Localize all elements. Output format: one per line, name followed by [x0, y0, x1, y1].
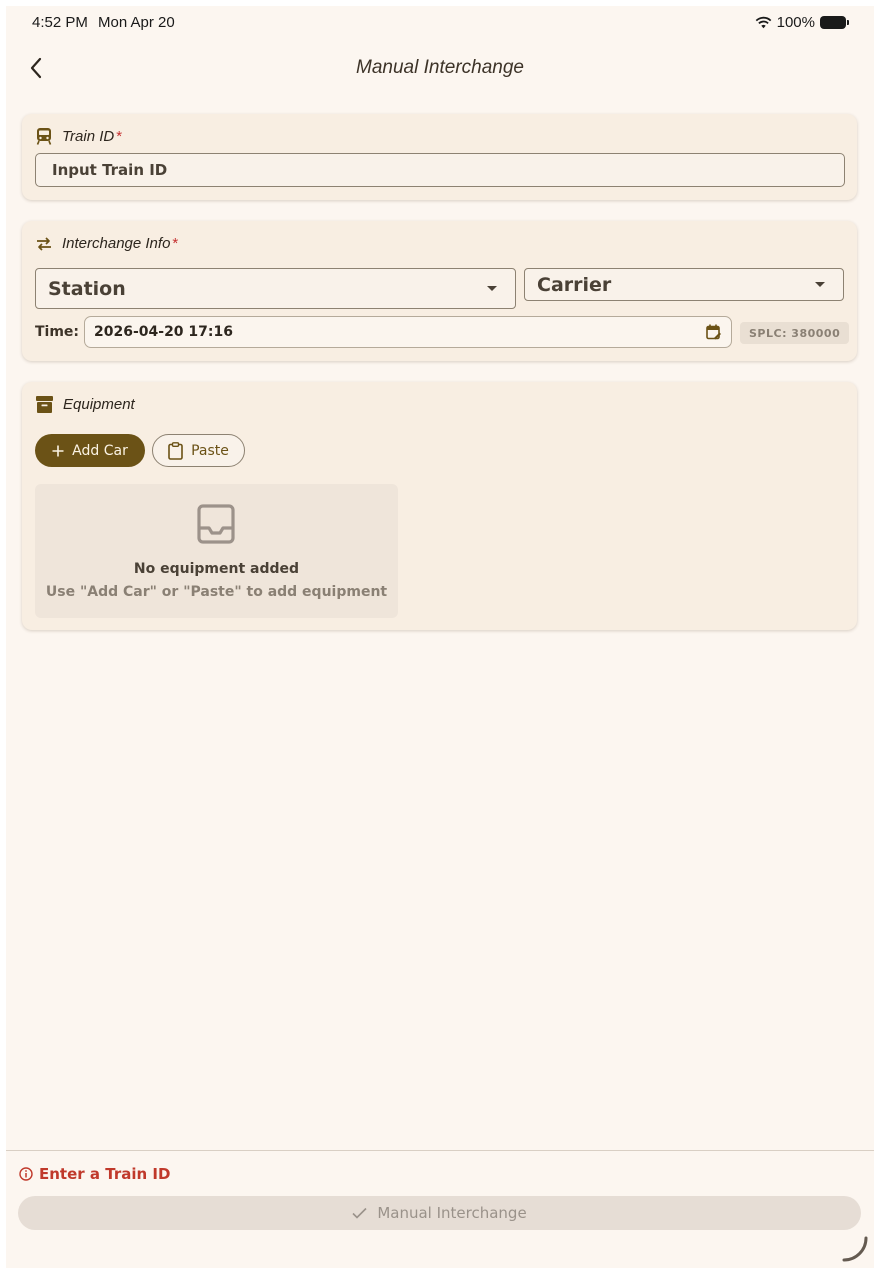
equipment-card: Equipment Add Car Paste No equipment add… [22, 382, 857, 630]
chevron-down-icon [487, 286, 497, 291]
checkmark-icon [352, 1207, 367, 1219]
calendar-edit-icon[interactable] [706, 324, 721, 340]
train-icon [36, 128, 52, 145]
plus-icon [52, 445, 64, 456]
train-id-title: Train ID * [62, 128, 123, 145]
manual-interchange-submit-button[interactable]: Manual Interchange [18, 1196, 861, 1230]
page-title: Manual Interchange [356, 57, 524, 78]
interchange-info-header: Interchange Info * [36, 235, 178, 252]
train-id-placeholder: Input Train ID [52, 161, 168, 179]
error-message: Enter a Train ID [39, 1165, 171, 1183]
equipment-title: Equipment [63, 396, 135, 413]
inbox-tray-icon [197, 504, 235, 544]
empty-equipment-state: No equipment added Use "Add Car" or "Pas… [35, 484, 398, 618]
resize-handle-icon [842, 1236, 868, 1262]
footer-divider [6, 1150, 874, 1151]
archive-box-icon [36, 396, 53, 413]
status-date: Mon Apr 20 [98, 14, 175, 31]
chevron-down-icon [815, 282, 825, 287]
carrier-dropdown[interactable]: Carrier [524, 268, 844, 301]
wifi-icon [755, 16, 771, 29]
info-circle-icon [19, 1167, 33, 1181]
time-label: Time: [35, 324, 80, 340]
battery-percent: 100% [776, 14, 815, 31]
splc-badge: SPLC: 380000 [740, 322, 850, 344]
empty-state-subtitle: Use "Add Car" or "Paste" to add equipmen… [45, 584, 388, 600]
status-time: 4:52 PM [32, 14, 88, 31]
app-screen: 4:52 PM Mon Apr 20 100% Manual Interchan… [6, 6, 874, 1268]
submit-label: Manual Interchange [377, 1204, 527, 1222]
equipment-header: Equipment [36, 396, 135, 413]
train-id-card: Train ID * Input Train ID [22, 114, 857, 200]
swap-arrows-icon [37, 236, 51, 251]
paste-label: Paste [191, 442, 229, 459]
time-value: 2026-04-20 17:16 [94, 324, 233, 340]
add-car-label: Add Car [72, 442, 128, 459]
interchange-info-title: Interchange Info * [62, 235, 179, 252]
clipboard-icon [168, 441, 183, 460]
paste-button[interactable]: Paste [152, 434, 245, 467]
station-dropdown[interactable]: Station [35, 268, 516, 309]
station-label: Station [48, 277, 126, 300]
train-id-input[interactable]: Input Train ID [35, 153, 845, 187]
time-input[interactable]: 2026-04-20 17:16 [84, 316, 732, 348]
battery-icon [820, 16, 849, 29]
add-car-button[interactable]: Add Car [35, 434, 145, 467]
train-id-header: Train ID * [36, 128, 122, 145]
status-indicators: 100% [755, 14, 849, 31]
status-bar: 4:52 PM Mon Apr 20 100% [6, 6, 874, 40]
carrier-label: Carrier [537, 273, 612, 296]
empty-state-title: No equipment added [133, 561, 300, 577]
interchange-info-card: Interchange Info * Station Carrier Time: … [22, 221, 857, 361]
validation-error: Enter a Train ID [19, 1165, 170, 1183]
